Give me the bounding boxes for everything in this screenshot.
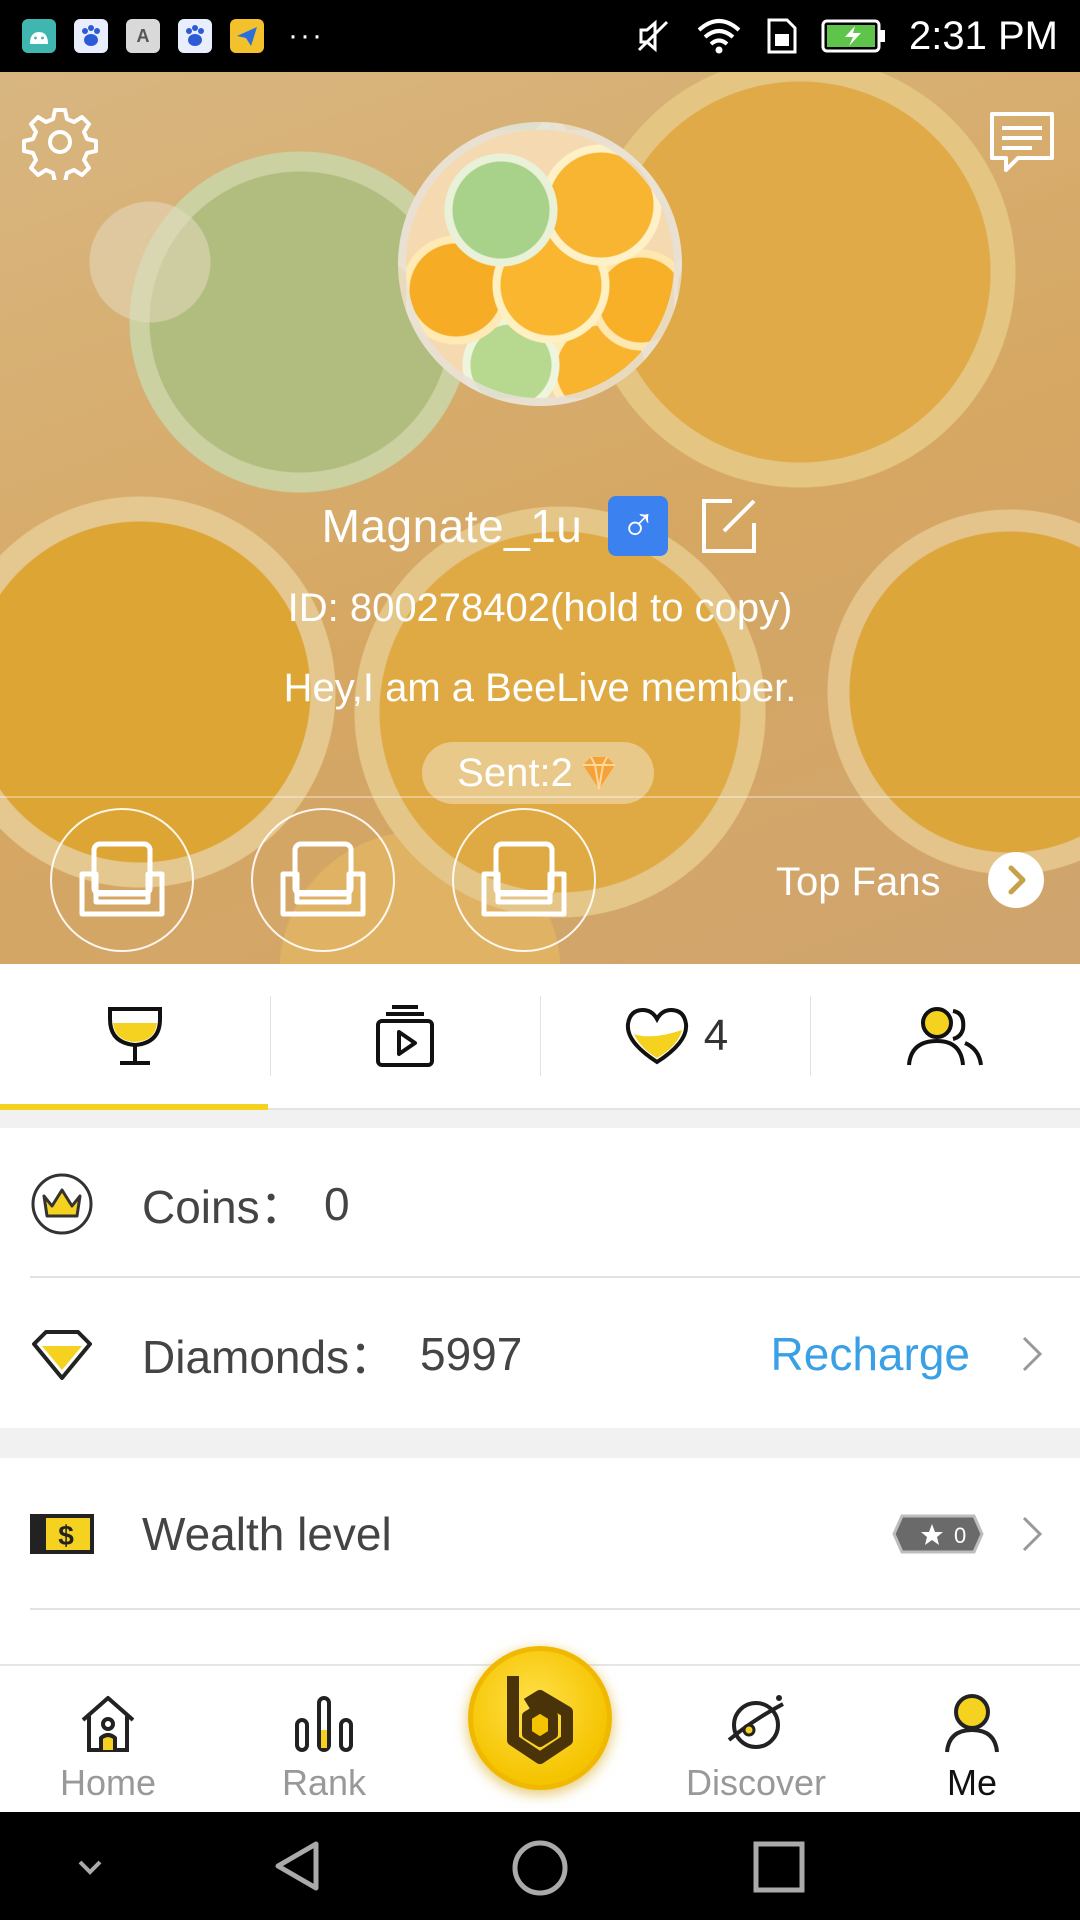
row-divider [30,1608,1080,1610]
tab-friends[interactable] [810,964,1080,1108]
font-a-icon: A [126,19,160,53]
diamond-icon [30,1322,94,1386]
name-row: Magnate_1u ♂ [0,496,1080,556]
sofa-icon [79,841,165,917]
edit-icon [702,499,757,553]
diamond-gem-icon [582,756,615,790]
tabs-gap [0,1110,1080,1128]
trophy-icon [108,1007,162,1065]
sent-label: Sent:2 [457,750,573,795]
likes-count: 4 [703,1011,729,1060]
sofa-icon [280,841,366,917]
wealth-level-row[interactable]: $ Wealth level 0 [0,1458,1080,1610]
fan-seat-3[interactable] [452,808,596,952]
recharge-link[interactable]: Recharge [771,1327,970,1381]
diamonds-value: 5997 [420,1328,523,1380]
more-notifications-icon: ··· [288,19,324,52]
chevron-right-icon [1022,1516,1043,1552]
fan-seat-1[interactable] [50,808,194,952]
chevron-right-icon [1008,865,1026,895]
clock: 2:31 PM [909,13,1058,58]
rank-bars-icon [295,1696,353,1752]
wealth-level-badge: 0 [892,1514,984,1554]
home-circle-icon[interactable] [510,1838,570,1898]
header-divider [0,796,1080,798]
money-bill-icon: $ [30,1502,94,1566]
crown-icon [30,1172,94,1236]
diamonds-label: Diamonds： [142,1331,396,1383]
sim-icon [767,18,797,54]
sofa-icon [481,841,567,917]
section-gap [0,1428,1080,1458]
user-id[interactable]: ID: 800278402(hold to copy) [0,586,1080,631]
svg-text:$: $ [58,1520,74,1551]
avatar[interactable] [398,122,682,406]
system-icons: 2:31 PM [633,14,1058,59]
collapse-chevron-icon[interactable] [72,1848,108,1884]
baidu-paw-icon [74,19,108,53]
male-gender-icon: ♂ [608,496,669,556]
coins-row: Coins： 0 [0,1128,1080,1280]
status-bar: A ··· 2:31 PM [0,0,1080,72]
tab-likes[interactable]: 4 [540,964,810,1108]
baidu-paw-icon [178,19,212,53]
wealth-level-value: 0 [954,1523,966,1548]
sent-badge: Sent:2 [422,742,654,804]
go-live-button[interactable] [468,1646,612,1790]
android-icon [22,19,56,53]
mute-icon [637,19,669,53]
back-icon[interactable] [270,1838,326,1894]
nav-home-label: Home [59,1762,157,1803]
username: Magnate_1u [321,500,583,552]
beelive-logo-icon [507,1676,573,1764]
coins-value: 0 [324,1178,350,1230]
video-stack-icon [376,1005,434,1067]
profile-header: Magnate_1u ♂ ID: 800278402(hold to copy)… [0,72,1080,964]
paper-plane-icon [230,19,264,53]
nav-me-label: Me [946,1762,997,1803]
chevron-right-icon [1022,1336,1043,1372]
nav-rank-label: Rank [281,1762,367,1803]
recent-apps-icon[interactable] [752,1840,806,1894]
planet-icon [727,1695,784,1749]
gear-icon [22,108,98,184]
tab-trophy[interactable] [0,964,270,1110]
wealth-level-label: Wealth level [142,1508,392,1560]
settings-button[interactable] [22,104,98,184]
nav-me[interactable]: Me [882,1666,1062,1814]
nav-discover-label: Discover [685,1762,827,1803]
user-profile-icon [945,1694,999,1753]
home-icon [81,1696,135,1752]
people-icon [907,1007,983,1066]
top-fans-label[interactable]: Top Fans [776,860,941,905]
coins-label: Coins： [142,1181,306,1233]
notification-icons: A ··· [22,19,324,53]
bio: Hey,I am a BeeLive member. [283,666,797,710]
tab-videos[interactable] [270,964,540,1108]
fan-seat-2[interactable] [251,808,395,952]
top-fans-button[interactable] [988,852,1044,908]
messages-button[interactable] [986,106,1058,178]
nav-home[interactable]: Home [18,1666,198,1814]
system-navigation-bar [0,1812,1080,1920]
heart-icon [625,1007,688,1065]
nav-rank[interactable]: Rank [234,1666,414,1814]
battery-charging-icon [821,19,886,53]
edit-profile-button[interactable] [700,497,758,555]
profile-tabs: 4 [0,964,1080,1110]
wifi-icon [697,19,741,54]
chat-bubble-icon [990,112,1054,172]
diamonds-row[interactable]: Diamonds： 5997 Recharge [0,1278,1080,1430]
nav-discover[interactable]: Discover [666,1666,846,1814]
